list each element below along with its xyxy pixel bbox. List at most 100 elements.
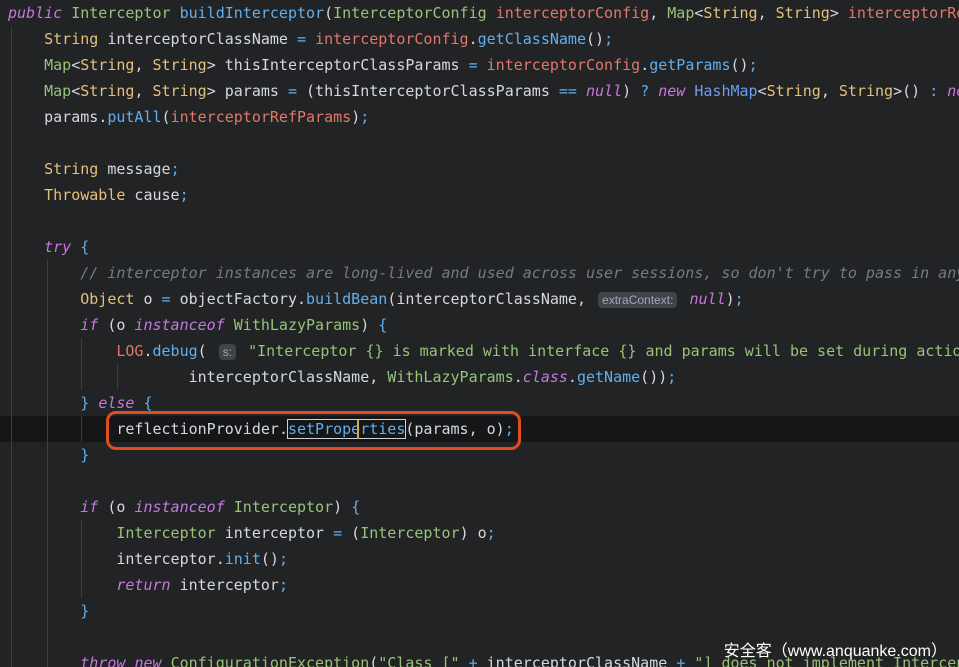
code-token: debug [153,342,198,360]
code-token: ; [735,290,744,308]
code-token: , [821,82,839,100]
code-token: instanceof [134,316,224,334]
code-token: interceptor [216,524,333,542]
code-token: null [689,290,725,308]
code-token: String [839,82,893,100]
code-token: , [134,56,152,74]
code-line[interactable] [0,468,959,494]
code-line[interactable]: Interceptor interceptor = (Interceptor) … [0,520,959,546]
code-token: . [514,368,523,386]
code-line[interactable]: Map<String, String> thisInterceptorClass… [0,52,959,78]
code-token: buildInterceptor [180,4,325,22]
code-token: objectFactory [171,290,297,308]
code-token: String [776,4,830,22]
code-token [8,446,80,464]
code-token: () [261,550,279,568]
code-token: interceptorRefParams [171,108,352,126]
code-line[interactable]: interceptor.init(); [0,546,959,572]
code-token [8,576,116,594]
code-token: ; [749,56,758,74]
code-token: { [80,238,89,256]
code-token: throw [80,654,125,667]
code-token: = [469,56,478,74]
code-token: , [649,4,667,22]
code-token: String [153,56,207,74]
code-line[interactable] [0,208,959,234]
code-token: interceptor [171,576,279,594]
code-token [8,394,80,412]
code-token: . [216,550,225,568]
code-token: ; [505,420,514,438]
code-token: > thisInterceptorClassParams [207,56,469,74]
code-token [225,316,234,334]
code-token: Interceptor [360,524,459,542]
code-line[interactable]: Map<String, String> params = (thisInterc… [0,78,959,104]
inline-hint: s: [219,344,236,360]
code-token: ) [360,316,378,334]
code-token: > [830,4,848,22]
code-token: reflectionProvider [8,420,279,438]
code-token: Throwable [44,186,125,204]
code-token: < [758,82,767,100]
code-token: = [162,290,171,308]
code-line[interactable]: LOG.debug( s: "Interceptor {} is marked … [0,338,959,364]
code-line[interactable]: } [0,442,959,468]
code-token [71,238,80,256]
code-token: ; [279,550,288,568]
code-token [225,498,234,516]
code-token: if [80,316,98,334]
code-token: () [731,56,749,74]
code-token: Interceptor [71,4,170,22]
code-line[interactable]: String message; [0,156,959,182]
code-token: ) [622,82,640,100]
code-line[interactable]: // interceptor instances are long-lived … [0,260,959,286]
code-token: ) o [460,524,487,542]
code-token: getParams [649,56,730,74]
code-token: = [333,524,342,542]
code-token: ; [360,108,369,126]
code-token: HashMap [694,82,757,100]
code-token: (params, o) [405,420,504,438]
code-token [62,4,71,22]
code-line[interactable]: reflectionProvider.setProperties(params,… [0,416,959,442]
code-token: interceptorClassName [478,654,677,667]
code-line[interactable]: Object o = objectFactory.buildBean(inter… [0,286,959,312]
code-line[interactable] [0,130,959,156]
code-line[interactable]: if (o instanceof WithLazyParams) { [0,312,959,338]
code-line[interactable]: params.putAll(interceptorRefParams); [0,104,959,130]
code-line[interactable]: } [0,598,959,624]
code-line[interactable]: if (o instanceof Interceptor) { [0,494,959,520]
code-line[interactable]: Throwable cause; [0,182,959,208]
code-line[interactable]: } else { [0,390,959,416]
code-token: { [143,394,152,412]
code-line[interactable]: public Interceptor buildInterceptor(Inte… [0,0,959,26]
code-token [8,290,80,308]
code-token: else [98,394,134,412]
code-token: LOG [116,342,143,360]
code-line[interactable]: return interceptor; [0,572,959,598]
code-token: String [44,30,98,48]
code-token: . [640,56,649,74]
code-token: > params [207,82,288,100]
code-token [8,30,44,48]
code-token: o [134,290,161,308]
code-token: Object [80,290,134,308]
code-token: buildBean [306,290,387,308]
code-token: Map [44,56,71,74]
code-area[interactable]: public Interceptor buildInterceptor(Inte… [0,0,959,667]
code-token: interceptorConfig [496,4,650,22]
code-token: >() [893,82,929,100]
code-token: = [288,82,297,100]
code-token: ) [351,108,360,126]
code-line[interactable]: interceptorClassName, WithLazyParams.cla… [0,364,959,390]
code-token: getClassName [478,30,586,48]
code-token: = [297,30,306,48]
code-line[interactable]: try { [0,234,959,260]
code-token: ; [604,30,613,48]
code-token [577,82,586,100]
code-token: Map [667,4,694,22]
code-editor[interactable]: public Interceptor buildInterceptor(Inte… [0,0,959,667]
code-line[interactable]: String interceptorClassName = intercepto… [0,26,959,52]
code-token: ? [640,82,649,100]
code-token: // interceptor instances are long-lived … [80,264,959,282]
